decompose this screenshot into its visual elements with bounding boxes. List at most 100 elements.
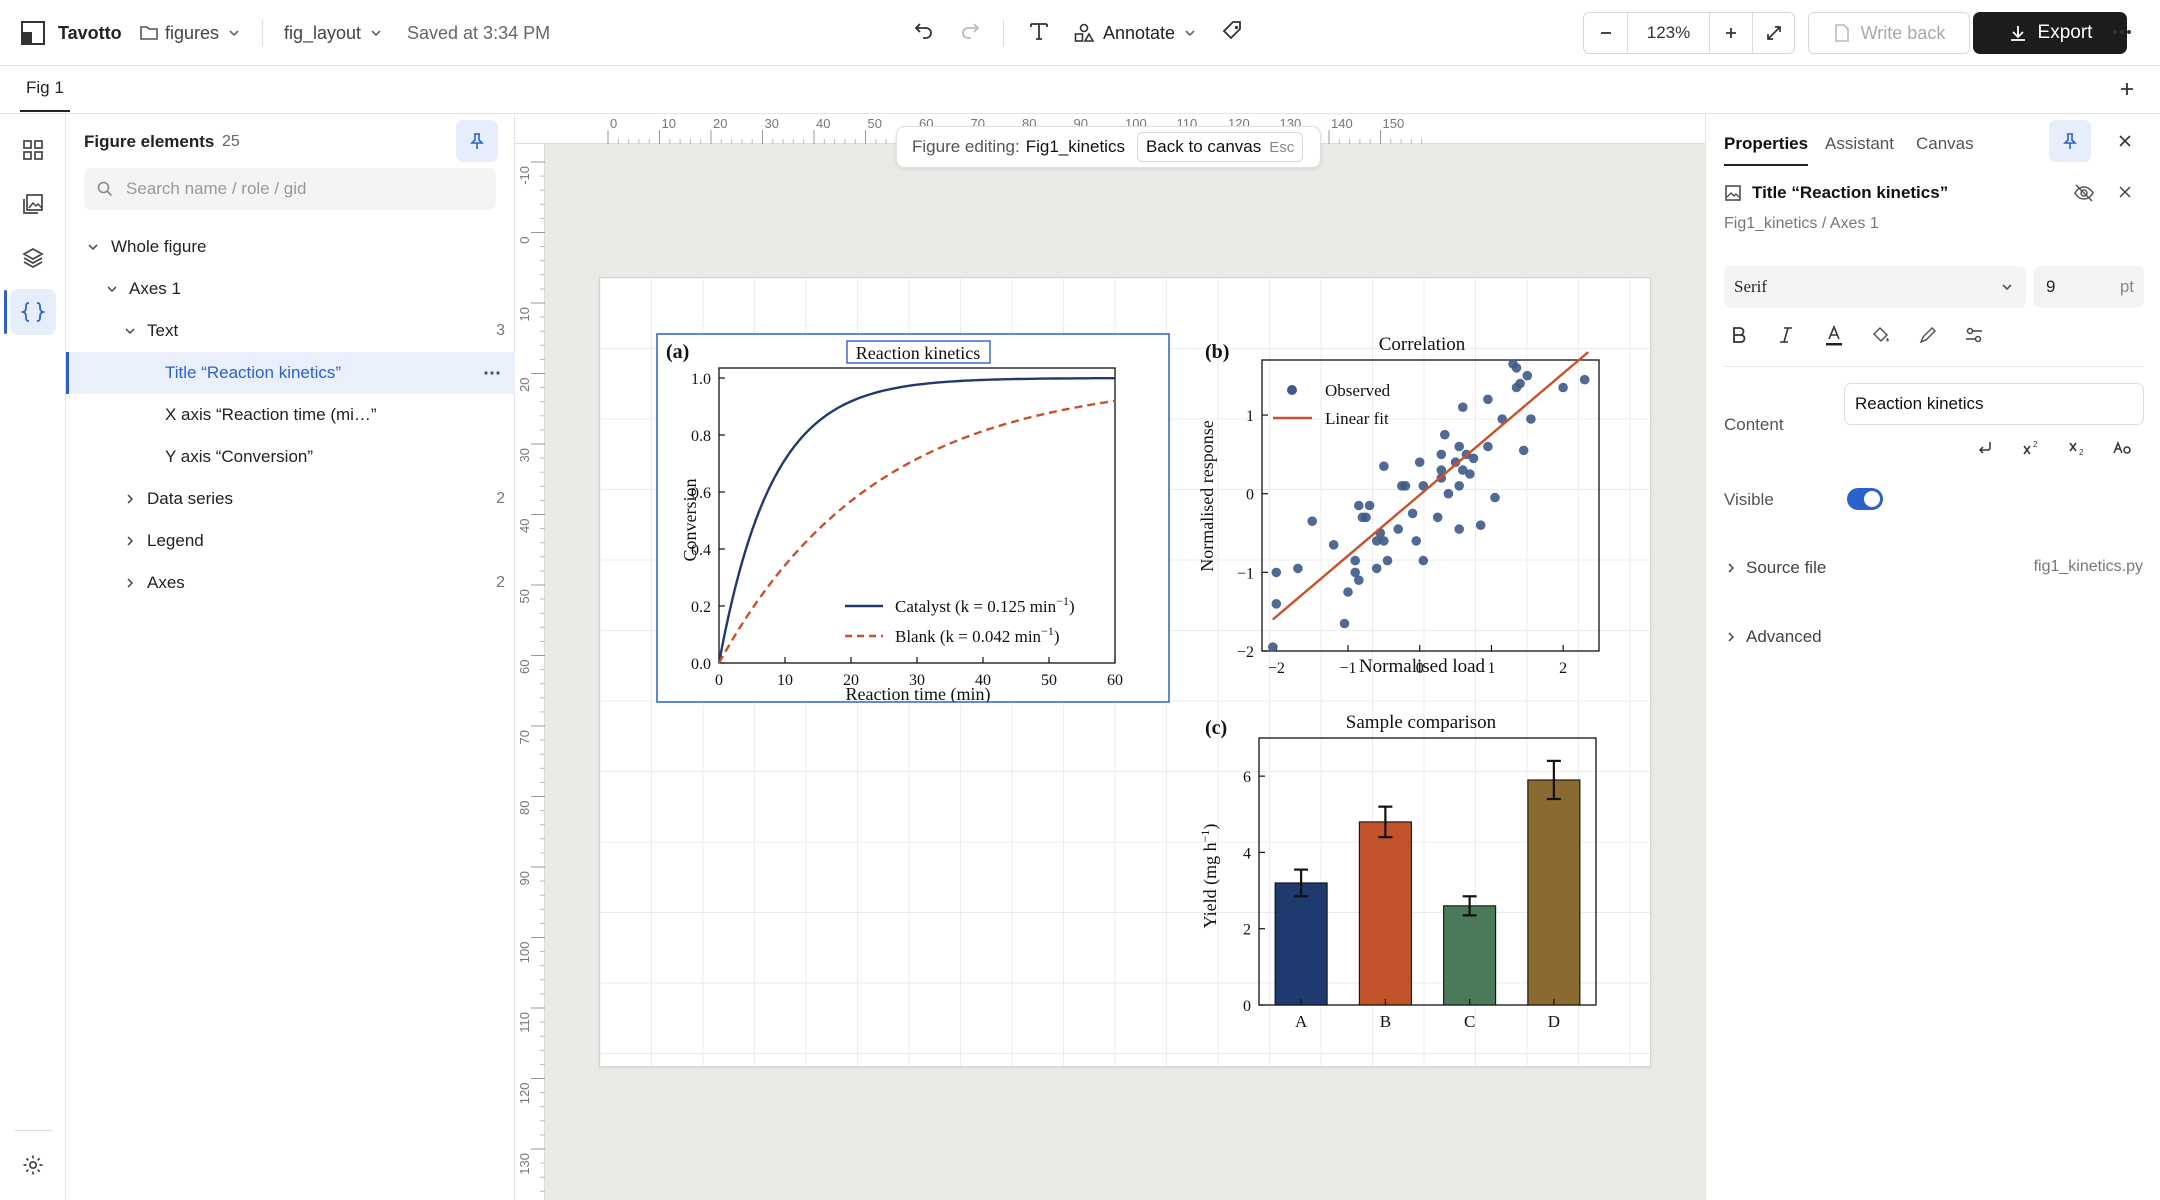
tab-canvas[interactable]: Canvas [1916,134,1974,154]
italic-button[interactable] [1775,324,1797,346]
tab-properties[interactable]: Properties [1724,134,1808,154]
observed-point [1579,374,1590,385]
visible-toggle[interactable] [1847,488,1883,510]
tab-fig-1[interactable]: Fig 1 [20,66,70,112]
add-tab-button[interactable] [2116,78,2138,100]
observed-point [1293,563,1303,574]
panel-c-tag: (c) [1205,717,1227,739]
tree-item-count: 2 [496,574,505,591]
content-input[interactable]: Reaction kinetics [1844,383,2144,425]
settings-button[interactable] [10,1142,56,1188]
panel-b-xlabel[interactable]: Normalised load [1359,656,1486,677]
pin-panel-button[interactable] [2049,120,2091,162]
properties-panel: Properties Assistant Canvas Title “React… [1705,114,2160,1200]
fill-color-button[interactable] [1870,324,1892,346]
legend-fit-label: Linear fit [1325,409,1389,428]
observed-point [1432,512,1443,523]
tree-item-text[interactable]: Text 3 [66,310,515,352]
panel-a-xlabel[interactable]: Reaction time (min) [846,684,991,705]
ruler-y-label: 90 [517,871,532,885]
bold-button[interactable] [1728,324,1750,346]
panel-b[interactable]: (b) Correlation −2 −1 0 1 2−2−101 Normalised… [1197,334,1600,677]
text-tool-button[interactable] [1026,18,1052,44]
zoom-out-button[interactable] [1584,13,1628,53]
font-family-select[interactable]: Serif [1724,266,2026,308]
back-to-canvas-button[interactable]: Back to canvas Esc [1136,132,1304,162]
tree-item-x-axis[interactable]: X axis “Reaction time (mi…” [66,394,515,436]
pencil-icon [1919,326,1937,344]
panel-a[interactable]: (a) Reaction kinetics 0 10 20 30 40 50 600.00.… [656,333,1170,705]
tree-item-data-series[interactable]: Data series 2 [66,478,515,520]
redo-icon [962,23,980,39]
panel-c-ytick-label: 4 [1243,845,1251,862]
fit-screen-button[interactable] [1753,13,1795,53]
rail-layers-button[interactable] [10,235,56,281]
newline-button[interactable] [1976,439,1994,457]
rail-images-button[interactable] [10,181,56,227]
panel-c-title[interactable]: Sample comparison [1346,712,1497,733]
tab-assistant[interactable]: Assistant [1825,134,1894,154]
file-selector[interactable]: fig_layout [284,20,383,46]
panel-b-ytick-label: −1 [1237,565,1254,582]
tree-item-legend[interactable]: Legend [66,520,515,562]
app-logo[interactable] [20,20,46,46]
write-back-button[interactable]: Write back [1808,12,1970,54]
panel-a-ylabel[interactable]: Conversion [680,479,700,562]
figure-page[interactable]: (a) Reaction kinetics 0 10 20 30 40 50 60 0.0 0.… [599,277,1651,1067]
panel-b-title[interactable]: Correlation [1379,334,1466,355]
text-color-button[interactable] [1823,324,1845,348]
source-file-section[interactable]: Source file [1724,558,1826,578]
deselect-button[interactable] [2117,184,2133,200]
tag-button[interactable] [1221,19,1245,43]
canvas-area[interactable]: 0 10 20 30 40 50 60 70 80 90 100 110 120 130 140 150 -1… [515,114,1705,1200]
search-input[interactable]: Search name / role / gid [84,168,496,210]
panel-b-ytick-label: 1 [1246,408,1254,425]
observed-point [1418,555,1429,566]
zoom-in-button[interactable] [1710,13,1753,53]
subscript-button[interactable]: 2 [2067,439,2087,457]
tree-item-count: 3 [496,322,505,339]
legend-catalyst-label: Catalyst (k = 0.125 min−1) [895,594,1075,616]
font-size-input[interactable]: 9 pt [2034,266,2144,308]
zoom-level[interactable]: 123% [1628,13,1710,53]
legend-observed-label: Observed [1325,381,1391,400]
panel-a-title[interactable]: Reaction kinetics [856,343,980,363]
panel-b-ylabel[interactable]: Normalised response [1197,420,1217,571]
close-panel-button[interactable] [2116,132,2134,150]
tree-item-axes-1[interactable]: Axes 1 [66,268,515,310]
observed-point [1490,492,1500,503]
annotate-menu[interactable]: Annotate [1073,20,1197,46]
active-tab-indicator [1724,164,1808,166]
undo-button[interactable] [912,18,936,42]
hide-element-button[interactable] [2073,182,2095,204]
undo-icon [914,23,932,39]
minus-icon [1600,32,1611,34]
rail-dashboard-button[interactable] [10,127,56,173]
more-menu-button[interactable] [2110,20,2134,44]
ruler-y-label: 10 [517,307,532,321]
top-bar: Tavotto figures fig_layout Saved at 3:34… [0,0,2160,66]
pin-panel-button[interactable] [456,120,498,162]
rail-code-button[interactable] [10,289,56,335]
advanced-section[interactable]: Advanced [1724,627,1822,647]
text-effects-button[interactable] [1963,324,1985,346]
case-button[interactable] [2112,439,2134,457]
folder-selector[interactable]: figures [139,20,241,46]
sliders-icon [1966,327,1982,343]
figure-svg: (a) Reaction kinetics 0 10 20 30 40 50 600.00.… [600,278,1650,1066]
tree-item-title-reaction-kinetics[interactable]: Title “Reaction kinetics” [66,352,515,394]
export-button[interactable]: Export [1973,12,2127,54]
search-icon [97,181,113,197]
ruler-y-label: 120 [517,1083,532,1105]
superscript-button[interactable]: 2 [2021,439,2041,457]
stroke-color-button[interactable] [1917,324,1939,346]
more-icon[interactable] [483,370,501,376]
tree-item-y-axis[interactable]: Y axis “Conversion” [66,436,515,478]
tree-item-axes[interactable]: Axes 2 [66,562,515,604]
tree-item-whole-figure[interactable]: Whole figure [66,226,515,268]
font-family-value: Serif [1734,277,1768,296]
panel-a-tag: (a) [666,341,689,363]
italic-icon [1780,327,1792,343]
redo-button[interactable] [958,18,982,42]
selection-frame [656,333,1170,703]
